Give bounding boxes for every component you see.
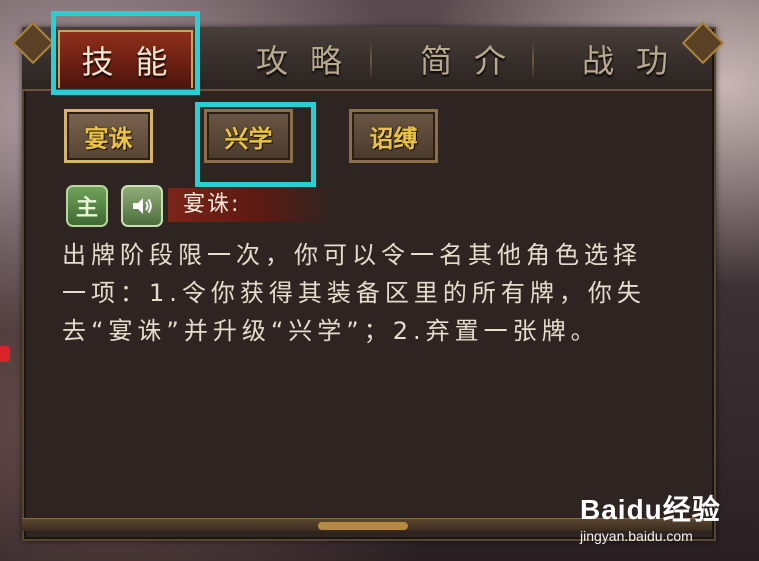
tab-strategy[interactable]: 攻略	[208, 30, 390, 88]
bottom-ornament	[318, 522, 408, 530]
speaker-icon[interactable]	[121, 185, 163, 227]
skill-name-label: 宴诛:	[183, 192, 241, 217]
description-line: 一项：1.令你获得其装备区里的所有牌，你失	[62, 279, 646, 307]
skill-button-zhaofu[interactable]: 诏缚	[349, 109, 438, 163]
watermark-url: jingyan.baidu.com	[580, 528, 693, 544]
description-line: 去“宴诛”并升级“兴学”；2.弃置一张牌。	[62, 317, 600, 345]
skill-button-yanzhu[interactable]: 宴诛	[64, 109, 153, 163]
tab-achievements[interactable]: 战功	[534, 30, 716, 88]
lord-skill-badge: 主	[66, 185, 108, 227]
speaker-icon-glyph	[133, 198, 152, 214]
baidu-watermark: Baidu经验 jingyan.baidu.com	[580, 488, 750, 544]
skill-button-xingxue[interactable]: 兴学	[204, 109, 293, 163]
description-line: 出牌阶段限一次，你可以令一名其他角色选择	[62, 241, 642, 269]
watermark-logo: Baidu经验	[580, 494, 721, 525]
tab-skills[interactable]: 技能	[58, 30, 193, 88]
edge-notification-marker	[0, 346, 10, 362]
skill-description: 出牌阶段限一次，你可以令一名其他角色选择 一项：1.令你获得其装备区里的所有牌，…	[62, 236, 692, 350]
tab-intro[interactable]: 简介	[372, 30, 554, 88]
